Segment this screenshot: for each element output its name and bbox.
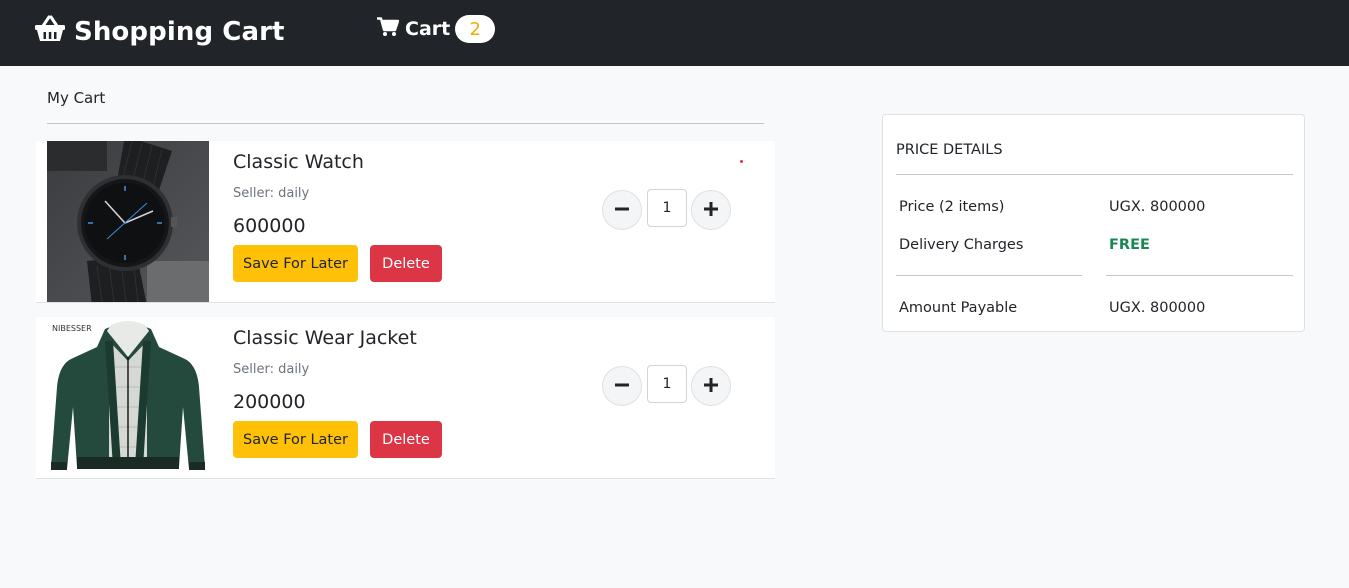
- nav-cart-label: Cart: [405, 18, 451, 40]
- brand-label: Shopping Cart: [74, 17, 285, 47]
- divider: [47, 123, 764, 124]
- status-dot: [740, 160, 743, 163]
- price-details-card: PRICE DETAILS Price (2 items) UGX. 80000…: [882, 114, 1305, 332]
- divider: [896, 174, 1293, 175]
- cart-icon: [377, 16, 405, 42]
- delete-button[interactable]: Delete: [370, 245, 442, 282]
- product-image-watch: [47, 141, 209, 302]
- plus-icon: [704, 377, 718, 396]
- increase-quantity-button[interactable]: [691, 190, 731, 230]
- product-image-jacket: NIBESSER: [47, 317, 209, 478]
- price-label: Price (2 items): [899, 199, 1005, 215]
- decrease-quantity-button[interactable]: [602, 190, 642, 230]
- nav-cart-link[interactable]: Cart 2: [377, 15, 496, 43]
- delivery-value: FREE: [1109, 237, 1150, 253]
- delete-button[interactable]: Delete: [370, 421, 442, 458]
- cart-item: Classic Watch Seller: daily 600000 Save …: [36, 141, 775, 303]
- minus-icon: [615, 377, 629, 396]
- amount-payable-label: Amount Payable: [899, 300, 1018, 316]
- quantity-input[interactable]: 1: [647, 365, 687, 403]
- delivery-label: Delivery Charges: [899, 237, 1024, 253]
- plus-icon: [704, 201, 718, 220]
- my-cart-heading: My Cart: [47, 89, 106, 107]
- divider: [896, 275, 1082, 276]
- cart-count-badge: 2: [455, 15, 496, 43]
- product-price: 200000: [233, 391, 306, 413]
- basket-icon: [34, 15, 74, 50]
- increase-quantity-button[interactable]: [691, 366, 731, 406]
- navbar: Shopping Cart Cart 2: [0, 0, 1349, 66]
- cart-item: NIBESSER Classic Wear Jacket Seller: dai…: [36, 317, 775, 479]
- quantity-input[interactable]: 1: [647, 189, 687, 227]
- decrease-quantity-button[interactable]: [602, 366, 642, 406]
- price-details-heading: PRICE DETAILS: [896, 142, 1003, 158]
- brand-link[interactable]: Shopping Cart: [34, 12, 285, 52]
- product-seller: Seller: daily: [233, 362, 310, 377]
- product-price: 600000: [233, 215, 306, 237]
- minus-icon: [615, 201, 629, 220]
- amount-payable-value: UGX. 800000: [1109, 300, 1206, 316]
- product-image-brand: NIBESSER: [52, 324, 92, 333]
- product-seller: Seller: daily: [233, 186, 310, 201]
- product-name[interactable]: Classic Watch: [233, 151, 364, 173]
- product-name[interactable]: Classic Wear Jacket: [233, 327, 417, 349]
- save-for-later-button[interactable]: Save For Later: [233, 421, 358, 458]
- price-value: UGX. 800000: [1109, 199, 1206, 215]
- save-for-later-button[interactable]: Save For Later: [233, 245, 358, 282]
- divider: [1106, 275, 1293, 276]
